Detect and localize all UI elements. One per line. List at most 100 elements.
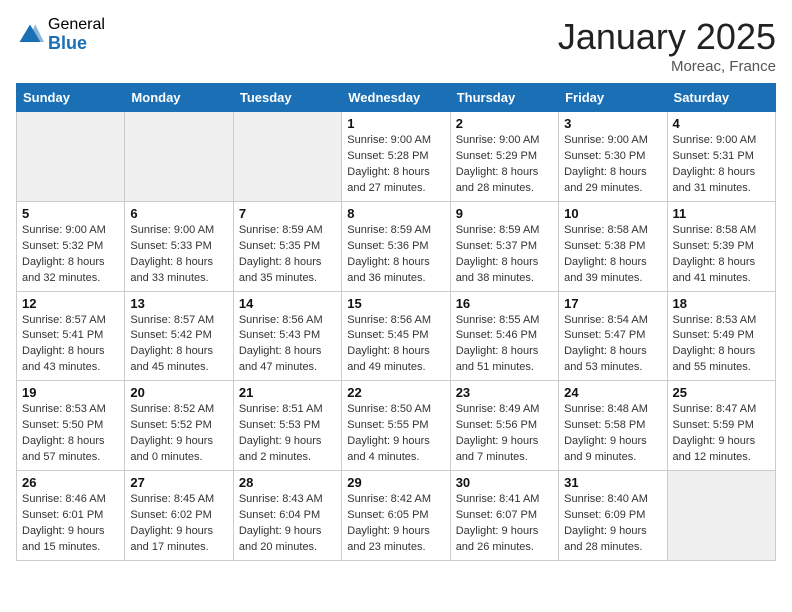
calendar-cell: 26 Sunrise: 8:46 AM Sunset: 6:01 PM Dayli… — [17, 471, 125, 561]
calendar-cell: 31 Sunrise: 8:40 AM Sunset: 6:09 PM Dayli… — [559, 471, 667, 561]
day-info: Sunrise: 8:43 AM Sunset: 6:04 PM Dayligh… — [239, 492, 336, 556]
day-number: 20 — [130, 385, 227, 400]
calendar-cell: 20 Sunrise: 8:52 AM Sunset: 5:52 PM Dayli… — [125, 381, 233, 471]
day-info: Sunrise: 8:52 AM Sunset: 5:52 PM Dayligh… — [130, 402, 227, 466]
calendar-cell: 5 Sunrise: 9:00 AM Sunset: 5:32 PM Daylig… — [17, 201, 125, 291]
day-info: Sunrise: 8:46 AM Sunset: 6:01 PM Dayligh… — [22, 492, 119, 556]
calendar-cell: 19Sunrise: 8:53 AM Sunset: 5:50 PM Dayli… — [17, 381, 125, 471]
day-number: 23 — [456, 385, 553, 400]
week-row-3: 12Sunrise: 8:57 AM Sunset: 5:41 PM Dayli… — [17, 291, 776, 381]
calendar-cell: 10 Sunrise: 8:58 AM Sunset: 5:38 PM Dayli… — [559, 201, 667, 291]
calendar-cell: 1 Sunrise: 9:00 AM Sunset: 5:28 PM Daylig… — [342, 112, 450, 202]
calendar-cell: 3Sunrise: 9:00 AM Sunset: 5:30 PM Daylig… — [559, 112, 667, 202]
week-row-5: 26 Sunrise: 8:46 AM Sunset: 6:01 PM Dayli… — [17, 471, 776, 561]
logo-text: General Blue — [48, 16, 105, 53]
calendar-cell: 22 Sunrise: 8:50 AM Sunset: 5:55 PM Dayli… — [342, 381, 450, 471]
day-number: 16 — [456, 296, 553, 311]
calendar-cell: 13 Sunrise: 8:57 AM Sunset: 5:42 PM Dayli… — [125, 291, 233, 381]
title-block: January 2025 Moreac, France — [558, 16, 776, 75]
day-number: 21 — [239, 385, 336, 400]
day-number: 27 — [130, 475, 227, 490]
calendar-cell — [125, 112, 233, 202]
day-number: 2 — [456, 116, 553, 131]
weekday-header-saturday: Saturday — [667, 84, 775, 112]
weekday-header-wednesday: Wednesday — [342, 84, 450, 112]
day-info: Sunrise: 9:00 AM Sunset: 5:33 PM Dayligh… — [130, 223, 227, 287]
week-row-1: 1 Sunrise: 9:00 AM Sunset: 5:28 PM Daylig… — [17, 112, 776, 202]
day-number: 28 — [239, 475, 336, 490]
day-info: Sunrise: 9:00 AM Sunset: 5:31 PM Dayligh… — [673, 133, 770, 197]
calendar-cell: 14 Sunrise: 8:56 AM Sunset: 5:43 PM Dayli… — [233, 291, 341, 381]
calendar-cell: 21 Sunrise: 8:51 AM Sunset: 5:53 PM Dayli… — [233, 381, 341, 471]
calendar-cell: 12Sunrise: 8:57 AM Sunset: 5:41 PM Dayli… — [17, 291, 125, 381]
day-info: Sunrise: 8:49 AM Sunset: 5:56 PM Dayligh… — [456, 402, 553, 466]
day-info: Sunrise: 8:51 AM Sunset: 5:53 PM Dayligh… — [239, 402, 336, 466]
day-number: 17 — [564, 296, 661, 311]
calendar-cell: 8Sunrise: 8:59 AM Sunset: 5:36 PM Daylig… — [342, 201, 450, 291]
day-number: 18 — [673, 296, 770, 311]
day-number: 30 — [456, 475, 553, 490]
calendar-body: 1 Sunrise: 9:00 AM Sunset: 5:28 PM Daylig… — [17, 112, 776, 561]
day-number: 24 — [564, 385, 661, 400]
weekday-header-tuesday: Tuesday — [233, 84, 341, 112]
day-info: Sunrise: 8:50 AM Sunset: 5:55 PM Dayligh… — [347, 402, 444, 466]
calendar-cell: 9 Sunrise: 8:59 AM Sunset: 5:37 PM Daylig… — [450, 201, 558, 291]
day-info: Sunrise: 9:00 AM Sunset: 5:30 PM Dayligh… — [564, 133, 661, 197]
calendar-cell: 17 Sunrise: 8:54 AM Sunset: 5:47 PM Dayli… — [559, 291, 667, 381]
day-info: Sunrise: 8:47 AM Sunset: 5:59 PM Dayligh… — [673, 402, 770, 466]
day-info: Sunrise: 8:40 AM Sunset: 6:09 PM Dayligh… — [564, 492, 661, 556]
day-info: Sunrise: 8:45 AM Sunset: 6:02 PM Dayligh… — [130, 492, 227, 556]
day-info: Sunrise: 8:58 AM Sunset: 5:38 PM Dayligh… — [564, 223, 661, 287]
day-number: 25 — [673, 385, 770, 400]
day-info: Sunrise: 8:59 AM Sunset: 5:37 PM Dayligh… — [456, 223, 553, 287]
calendar-cell — [667, 471, 775, 561]
day-info: Sunrise: 8:59 AM Sunset: 5:36 PM Dayligh… — [347, 223, 444, 287]
day-info: Sunrise: 9:00 AM Sunset: 5:29 PM Dayligh… — [456, 133, 553, 197]
day-number: 7 — [239, 206, 336, 221]
calendar-cell: 15Sunrise: 8:56 AM Sunset: 5:45 PM Dayli… — [342, 291, 450, 381]
calendar-cell: 6 Sunrise: 9:00 AM Sunset: 5:33 PM Daylig… — [125, 201, 233, 291]
calendar-cell: 11Sunrise: 8:58 AM Sunset: 5:39 PM Dayli… — [667, 201, 775, 291]
calendar-cell: 28 Sunrise: 8:43 AM Sunset: 6:04 PM Dayli… — [233, 471, 341, 561]
day-info: Sunrise: 8:59 AM Sunset: 5:35 PM Dayligh… — [239, 223, 336, 287]
week-row-2: 5 Sunrise: 9:00 AM Sunset: 5:32 PM Daylig… — [17, 201, 776, 291]
day-number: 5 — [22, 206, 119, 221]
day-number: 29 — [347, 475, 444, 490]
calendar-cell: 16Sunrise: 8:55 AM Sunset: 5:46 PM Dayli… — [450, 291, 558, 381]
day-number: 9 — [456, 206, 553, 221]
day-info: Sunrise: 8:56 AM Sunset: 5:43 PM Dayligh… — [239, 313, 336, 377]
day-info: Sunrise: 8:53 AM Sunset: 5:49 PM Dayligh… — [673, 313, 770, 377]
calendar-cell: 27 Sunrise: 8:45 AM Sunset: 6:02 PM Dayli… — [125, 471, 233, 561]
week-row-4: 19Sunrise: 8:53 AM Sunset: 5:50 PM Dayli… — [17, 381, 776, 471]
day-info: Sunrise: 8:41 AM Sunset: 6:07 PM Dayligh… — [456, 492, 553, 556]
day-number: 14 — [239, 296, 336, 311]
day-number: 15 — [347, 296, 444, 311]
day-number: 13 — [130, 296, 227, 311]
calendar-header: SundayMondayTuesdayWednesdayThursdayFrid… — [17, 84, 776, 112]
day-number: 22 — [347, 385, 444, 400]
day-info: Sunrise: 8:53 AM Sunset: 5:50 PM Dayligh… — [22, 402, 119, 466]
location: Moreac, France — [558, 58, 776, 75]
day-info: Sunrise: 8:57 AM Sunset: 5:41 PM Dayligh… — [22, 313, 119, 377]
day-number: 4 — [673, 116, 770, 131]
day-number: 1 — [347, 116, 444, 131]
day-number: 26 — [22, 475, 119, 490]
day-info: Sunrise: 8:54 AM Sunset: 5:47 PM Dayligh… — [564, 313, 661, 377]
calendar-cell: 7 Sunrise: 8:59 AM Sunset: 5:35 PM Daylig… — [233, 201, 341, 291]
logo-general: General — [48, 16, 105, 34]
day-info: Sunrise: 8:48 AM Sunset: 5:58 PM Dayligh… — [564, 402, 661, 466]
calendar-cell: 24 Sunrise: 8:48 AM Sunset: 5:58 PM Dayli… — [559, 381, 667, 471]
day-info: Sunrise: 9:00 AM Sunset: 5:32 PM Dayligh… — [22, 223, 119, 287]
day-number: 6 — [130, 206, 227, 221]
day-number: 31 — [564, 475, 661, 490]
weekday-header-monday: Monday — [125, 84, 233, 112]
calendar-cell: 23 Sunrise: 8:49 AM Sunset: 5:56 PM Dayli… — [450, 381, 558, 471]
calendar-cell: 2 Sunrise: 9:00 AM Sunset: 5:29 PM Daylig… — [450, 112, 558, 202]
day-info: Sunrise: 8:57 AM Sunset: 5:42 PM Dayligh… — [130, 313, 227, 377]
weekday-header-sunday: Sunday — [17, 84, 125, 112]
day-number: 10 — [564, 206, 661, 221]
logo-icon — [16, 21, 44, 49]
day-info: Sunrise: 9:00 AM Sunset: 5:28 PM Dayligh… — [347, 133, 444, 197]
logo-blue: Blue — [48, 34, 105, 54]
calendar-cell — [233, 112, 341, 202]
